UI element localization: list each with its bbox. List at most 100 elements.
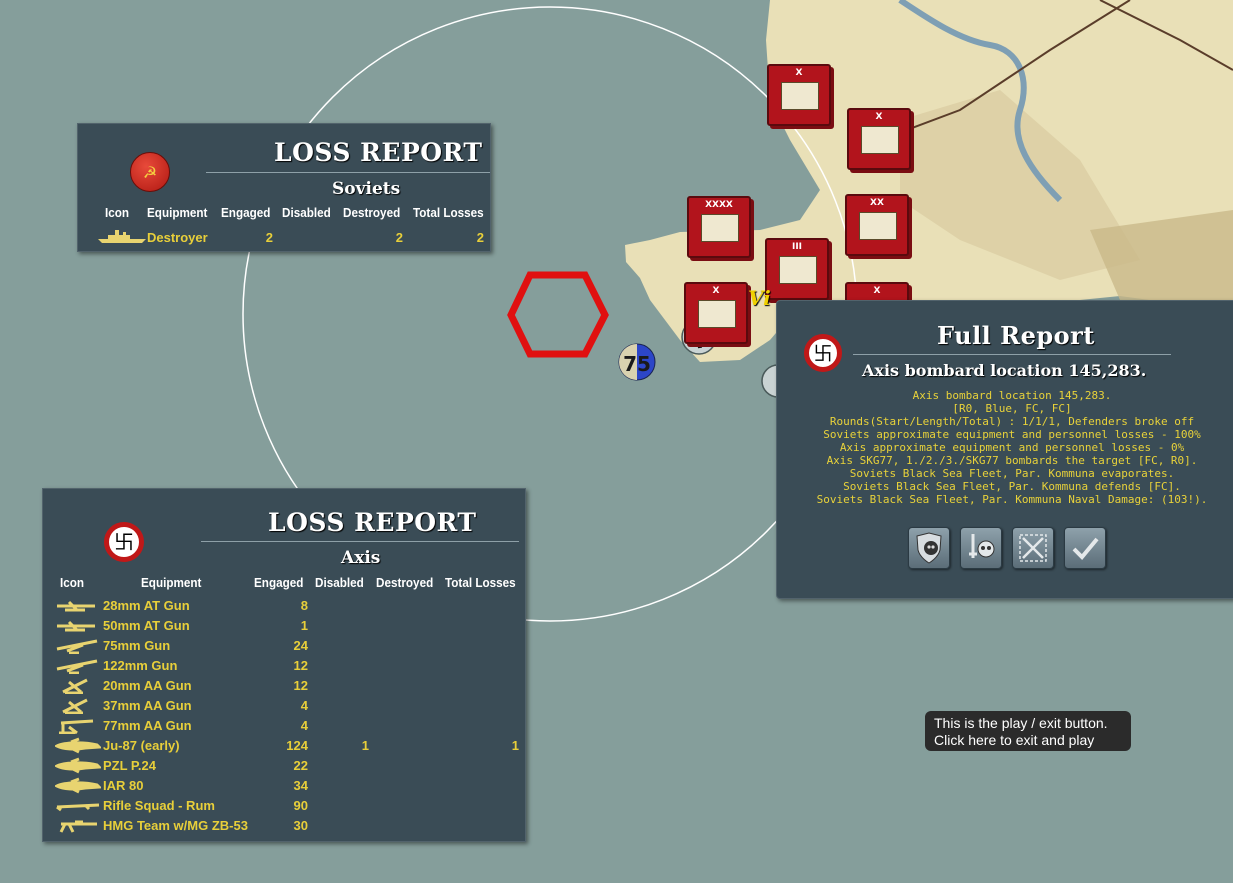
- svg-text:75: 75: [623, 352, 651, 376]
- engaged-value: 22: [293, 758, 308, 773]
- unit-size-label: X: [712, 286, 720, 296]
- loss-report-title: LOSS REPORT: [268, 508, 477, 537]
- equipment-name: Ju-87 (early): [103, 738, 180, 753]
- col-header-engaged: Engaged: [254, 575, 304, 590]
- equipment-name: 122mm Gun: [103, 658, 178, 673]
- sword-skull-icon: [969, 534, 995, 558]
- unit-strength-badge[interactable]: 75: [618, 343, 656, 381]
- report-line: Soviets Black Sea Fleet, Par. Kommuna ev…: [849, 467, 1175, 480]
- engaged-value: 24: [293, 638, 308, 653]
- equipment-name: PZL P.24: [103, 758, 156, 773]
- axis-loss-report-panel: 卐 LOSS REPORT Axis Icon Equipment Engage…: [42, 488, 526, 842]
- crossed-swords-map-icon: [1019, 534, 1047, 562]
- aircraft-icon: [55, 777, 101, 794]
- unit-type-icon: [781, 82, 819, 110]
- aircraft-icon: [55, 757, 101, 774]
- unit-counter[interactable]: X: [684, 282, 748, 344]
- col-header-equipment: Equipment: [147, 205, 208, 220]
- equipment-name: 28mm AT Gun: [103, 598, 190, 613]
- combat-map-button[interactable]: [1012, 527, 1054, 569]
- side-name: Soviets: [332, 179, 401, 199]
- engaged-value: 4: [300, 698, 308, 713]
- col-header-destroyed: Destroyed: [343, 205, 401, 220]
- unit-size-label: X: [875, 112, 883, 122]
- svg-text:卐: 卐: [813, 343, 832, 365]
- equipment-name: 77mm AA Gun: [103, 718, 192, 733]
- engaged-value: 12: [293, 678, 308, 693]
- destroyed-value: 2: [395, 230, 403, 245]
- engaged-value: 2: [265, 230, 273, 245]
- at-gun-icon: [57, 600, 95, 612]
- disabled-value: 1: [361, 738, 369, 753]
- tooltip-line-1: This is the play / exit button.: [934, 715, 1108, 731]
- unit-size-label: X: [873, 286, 881, 296]
- heavy-aa-gun-icon: [59, 719, 94, 734]
- unit-size-label: III: [791, 242, 803, 252]
- field-gun-icon: [56, 639, 98, 654]
- axis-emblem-icon: 卐: [804, 334, 842, 372]
- unit-counter[interactable]: X: [767, 64, 831, 126]
- unit-size-label: XX: [870, 198, 884, 208]
- full-report-subtitle: Axis bombard location 145,283.: [862, 361, 1147, 380]
- equipment-name: IAR 80: [103, 778, 144, 793]
- unit-type-icon: [861, 126, 899, 154]
- col-header-icon: Icon: [60, 575, 85, 590]
- unit-counter[interactable]: X: [847, 108, 911, 170]
- equipment-name: HMG Team w/MG ZB-53: [103, 818, 248, 833]
- axis-emblem-icon: 卐: [104, 522, 144, 562]
- engaged-value: 12: [293, 658, 308, 673]
- col-header-destroyed: Destroyed: [376, 575, 434, 590]
- engaged-value: 4: [300, 718, 308, 733]
- col-header-engaged: Engaged: [221, 205, 271, 220]
- unit-type-icon: [779, 256, 817, 284]
- col-header-equipment: Equipment: [141, 575, 202, 590]
- svg-text:卐: 卐: [114, 530, 134, 554]
- unit-size-label: XXXX: [705, 200, 733, 210]
- engaged-value: 1: [300, 618, 308, 633]
- unit-type-icon: [698, 300, 736, 328]
- col-header-disabled: Disabled: [315, 575, 364, 590]
- col-header-total-losses: Total Losses: [413, 205, 484, 220]
- col-header-icon: Icon: [105, 205, 130, 220]
- engaged-value: 124: [286, 738, 308, 753]
- aa-gun-icon: [62, 698, 88, 714]
- show-losses-button[interactable]: [908, 527, 950, 569]
- full-report-panel: 卐 Full Report Axis bombard location 145,…: [776, 300, 1233, 599]
- machine-gun-icon: [59, 820, 97, 833]
- unit-size-label: X: [795, 68, 803, 78]
- aa-gun-icon: [62, 678, 88, 694]
- equipment-name: 37mm AA Gun: [103, 698, 192, 713]
- unit-counter[interactable]: XX: [845, 194, 909, 256]
- equipment-name: 50mm AT Gun: [103, 618, 190, 633]
- aircraft-icon: [55, 737, 101, 754]
- equipment-name: 75mm Gun: [103, 638, 171, 653]
- play-exit-button[interactable]: [1064, 527, 1106, 569]
- city-label: Vi: [748, 286, 771, 310]
- soviet-loss-report-panel: ☭ LOSS REPORT Soviets Icon Equipment Eng…: [77, 123, 491, 252]
- col-header-total-losses: Total Losses: [445, 575, 516, 590]
- unit-counter[interactable]: III: [765, 238, 829, 300]
- field-gun-icon: [56, 659, 98, 674]
- report-line: Axis SKG77, 1./2./3./SKG77 bombards the …: [826, 454, 1198, 467]
- unit-type-icon: [701, 214, 739, 242]
- engaged-value: 30: [293, 818, 308, 833]
- total-losses-value: 2: [476, 230, 484, 245]
- tooltip-line-2: Click here to exit and play: [934, 732, 1095, 748]
- report-line: [R0, Blue, FC, FC]: [952, 402, 1072, 415]
- checkmark-icon: [1072, 537, 1099, 560]
- unit-counter[interactable]: XXXX: [687, 196, 751, 258]
- at-gun-icon: [57, 620, 95, 632]
- report-line: Soviets Black Sea Fleet, Par. Kommuna Na…: [816, 493, 1208, 506]
- soviet-emblem-icon: ☭: [130, 152, 170, 192]
- equipment-name: Rifle Squad - Rum: [103, 798, 215, 813]
- full-report-title: Full Report: [937, 321, 1095, 350]
- total-losses-value: 1: [511, 738, 519, 753]
- equipment-name: Destroyer: [147, 230, 208, 245]
- play-exit-tooltip: This is the play / exit button. Click he…: [925, 711, 1131, 751]
- show-attacker-losses-button[interactable]: [960, 527, 1002, 569]
- hex-cursor[interactable]: [507, 271, 609, 358]
- shield-skull-icon: [916, 532, 942, 564]
- engaged-value: 8: [300, 598, 308, 613]
- report-line: Soviets Black Sea Fleet, Par. Kommuna de…: [843, 480, 1181, 493]
- loss-report-title: LOSS REPORT: [274, 138, 483, 167]
